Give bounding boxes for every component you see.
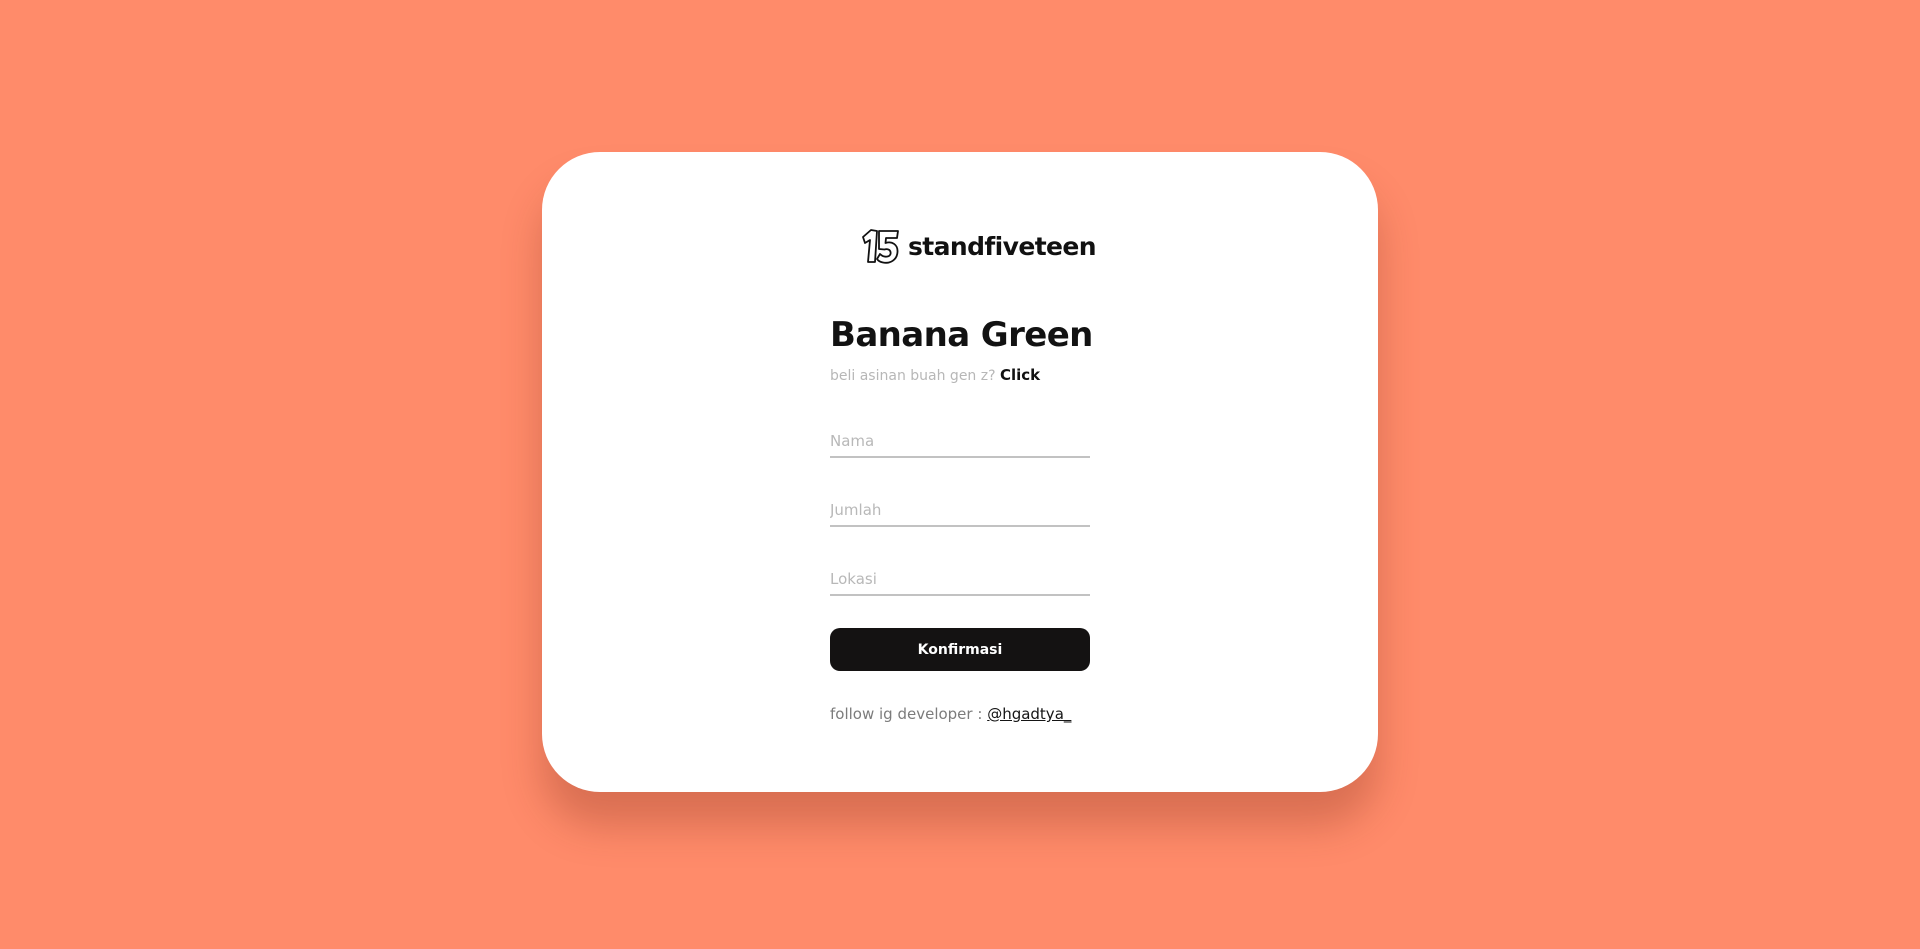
developer-instagram-link[interactable]: @hgadtya_ <box>987 705 1071 723</box>
confirm-button[interactable]: Konfirmasi <box>830 628 1090 671</box>
page-title: Banana Green <box>830 315 1093 355</box>
standfiveteen-logo-icon <box>862 229 899 264</box>
subtitle-text: beli asinan buah gen z? <box>830 368 996 384</box>
quantity-input[interactable] <box>830 495 1090 527</box>
click-link[interactable]: Click <box>1000 366 1040 384</box>
footer-text: follow ig developer : <box>830 705 983 723</box>
brand: standfiveteen <box>860 226 1097 266</box>
order-card: standfiveteen Banana Green beli asinan b… <box>542 152 1378 792</box>
subtitle: beli asinan buah gen z? Click <box>830 365 1090 386</box>
brand-name: standfiveteen <box>908 231 1097 261</box>
footer: follow ig developer : @hgadtya_ <box>830 704 1090 724</box>
order-form: Banana Green beli asinan buah gen z? Cli… <box>830 310 1093 724</box>
name-input[interactable] <box>830 426 1090 458</box>
location-input[interactable] <box>830 564 1090 596</box>
